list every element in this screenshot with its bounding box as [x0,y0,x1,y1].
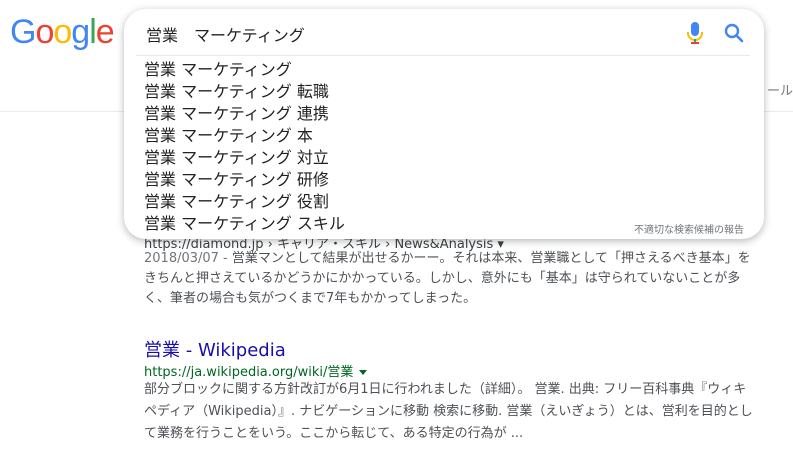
suggestion-list: 営業 マーケティング 営業 マーケティング 転職 営業 マーケティング 連携 営… [144,59,345,235]
search-input[interactable] [144,21,668,47]
result-1-snippet: 2018/03/07 - 営業マンとして結果が出せるかーー。それは本来、営業職と… [144,249,754,309]
suggestion-item[interactable]: 営業 マーケティング スキル [144,213,345,235]
google-logo[interactable]: Google [10,13,115,51]
logo-letter: o [35,13,54,51]
suggestion-item[interactable]: 営業 マーケティング 本 [144,125,345,147]
suggestion-item[interactable]: 営業 マーケティング [144,59,345,81]
result-2-snippet: 部分ブロックに関する方針改訂が6月1日に行われました（詳細）。 営業. 出典: … [144,382,753,441]
mic-icon[interactable] [684,21,706,45]
header-tab-fragment[interactable]: ール [767,80,793,99]
dropdown-arrow-icon[interactable] [359,370,368,375]
search-box-divider [136,55,750,56]
report-suggestions-link[interactable]: 不適切な検索候補の報告 [634,221,744,236]
logo-letter: G [10,13,36,51]
magnifier-icon[interactable] [722,21,746,45]
suggestion-item[interactable]: 営業 マーケティング 役割 [144,191,345,213]
result-2-url-text[interactable]: https://ja.wikipedia.org/wiki/営業 [144,365,353,380]
suggestion-item[interactable]: 営業 マーケティング 研修 [144,169,345,191]
result-2-title-link[interactable]: 営業 - Wikipedia [144,336,286,362]
logo-letter: o [53,13,72,51]
logo-letter: e [95,13,115,51]
result-1-date: 2018/03/07 - [144,251,232,266]
result-2-url[interactable]: https://ja.wikipedia.org/wiki/営業 [144,361,368,380]
suggestion-item[interactable]: 営業 マーケティング 連携 [144,103,345,125]
search-box: 営業 マーケティング 営業 マーケティング 転職 営業 マーケティング 連携 営… [124,9,764,239]
suggestion-item[interactable]: 営業 マーケティング 対立 [144,147,345,169]
logo-letter: g [71,13,90,51]
result-1-text: 営業マンとして結果が出せるかーー。それは本来、営業職として「押さえるべき基本」を… [144,251,751,306]
suggestion-item[interactable]: 営業 マーケティング 転職 [144,81,345,103]
